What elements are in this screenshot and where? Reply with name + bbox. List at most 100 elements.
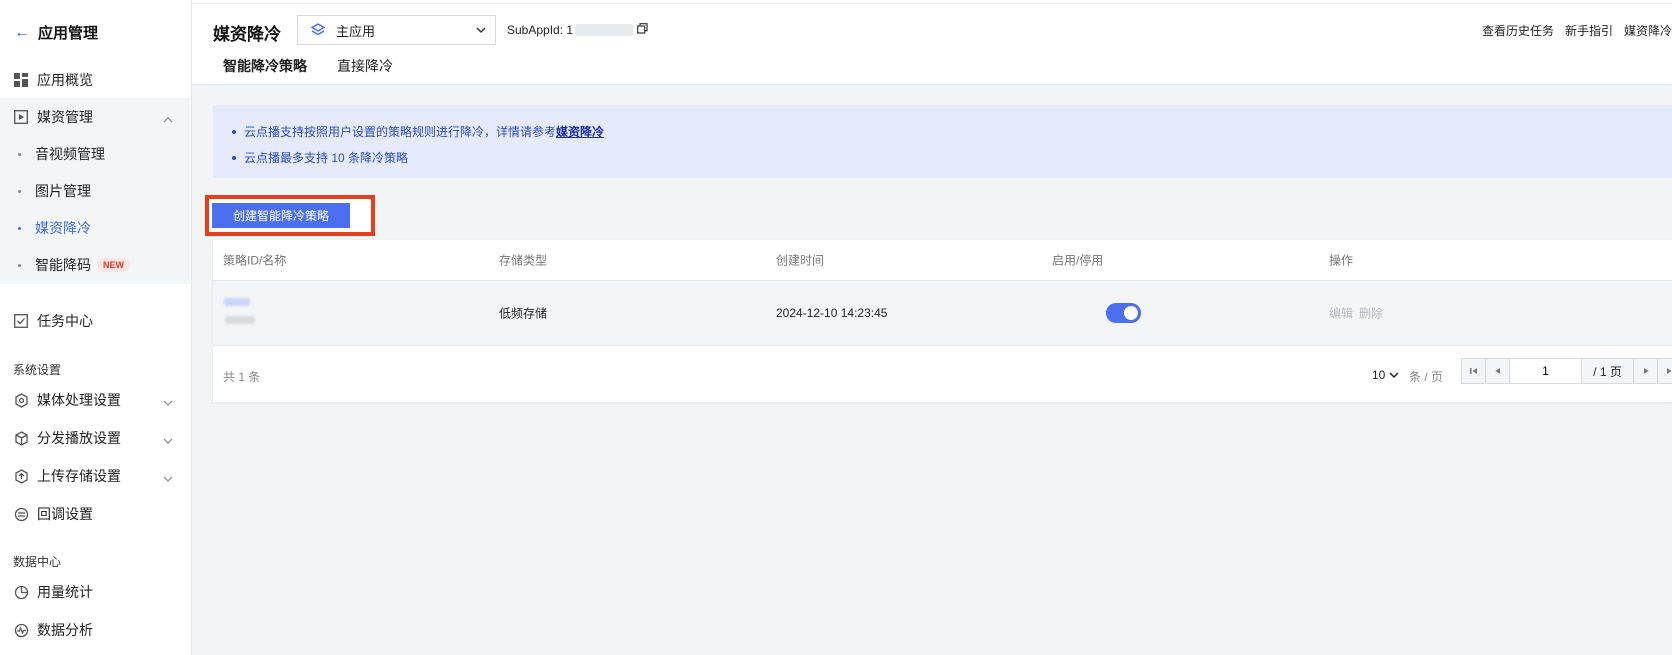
upload-hex-icon [13, 468, 29, 484]
chevron-up-icon [163, 110, 173, 126]
page-title: 媒资降冷 [213, 25, 281, 44]
sidebar: ← 应用管理 应用概览 媒资管理 音视频管理 图片管理 媒资降冷 智能降码 NE… [0, 0, 192, 655]
create-button-highlight: 创建智能降冷策略 [205, 195, 375, 236]
sidebar-item-label: 上传存储设置 [37, 468, 121, 484]
sidebar-item-label: 用量统计 [37, 584, 93, 600]
storage-type-cell: 低频存储 [499, 306, 548, 321]
sidebar-item-label: 应用概览 [37, 72, 93, 88]
sidebar-subitem-image-management[interactable]: 图片管理 [0, 172, 191, 210]
sidebar-item-label: 媒体处理设置 [37, 392, 121, 408]
chevron-down-icon [475, 24, 487, 39]
grid-icon [13, 72, 29, 88]
created-at-cell: 2024-12-10 14:23:45 [776, 306, 888, 320]
gear-cube-icon [13, 392, 29, 408]
sidebar-item-label: 分发播放设置 [37, 430, 121, 446]
prev-page-button[interactable] [1486, 359, 1510, 383]
page-size-unit: 条 / 页 [1409, 370, 1444, 384]
sidebar-item-label: 媒资降冷 [35, 220, 91, 236]
column-header: 创建时间 [776, 253, 825, 268]
checkbox-icon [13, 313, 29, 329]
tab-smart-cooling-policy[interactable]: 智能降冷策略 [213, 56, 317, 87]
copy-icon[interactable] [637, 23, 648, 37]
create-smart-cooling-policy-button[interactable]: 创建智能降冷策略 [212, 203, 350, 228]
cube-icon [13, 430, 29, 446]
sidebar-item-label: 媒资管理 [37, 109, 93, 125]
column-header: 操作 [1329, 253, 1354, 268]
sidebar-item-label: 图片管理 [35, 183, 91, 199]
play-square-icon [13, 109, 29, 125]
sidebar-subitem-media-cooling[interactable]: 媒资降冷 [0, 209, 191, 247]
sidebar-subitem-smart-bitrate[interactable]: 智能降码 NEW [0, 246, 191, 284]
page-size-select[interactable]: 10 [1372, 368, 1399, 382]
sidebar-item-callback[interactable]: 回调设置 [0, 495, 191, 533]
sidebar-item-distribution[interactable]: 分发播放设置 [0, 419, 191, 457]
subappid-masked-value [575, 24, 634, 36]
notice-text-1: 云点播支持按照用户设置的策略规则进行降冷，详情请参考 [244, 125, 557, 139]
notice-banner: 云点播支持按照用户设置的策略规则进行降冷，详情请参考 媒资降冷 云点播最多支持 1… [213, 105, 1672, 178]
sidebar-item-media-processing[interactable]: 媒体处理设置 [0, 381, 191, 419]
first-page-button[interactable] [1462, 359, 1486, 383]
table-header: 策略ID/名称 存储类型 创建时间 启用/停用 操作 [213, 240, 1672, 281]
tab-direct-cooling[interactable]: 直接降冷 [327, 56, 403, 85]
notice-text-2: 云点播最多支持 10 条降冷策略 [244, 151, 409, 165]
sidebar-item-app-overview[interactable]: 应用概览 [0, 61, 191, 99]
table-row: 低频存储 2024-12-10 14:23:45 编辑 删除 [213, 281, 1672, 346]
policy-id-redacted[interactable] [224, 298, 250, 306]
policy-table: 策略ID/名称 存储类型 创建时间 启用/停用 操作 低频存储 2024-12-… [213, 240, 1672, 402]
sidebar-item-label: 数据分析 [37, 622, 93, 638]
last-page-button[interactable] [1658, 359, 1672, 383]
toggle-knob [1124, 306, 1138, 320]
media-cooling-doc-link[interactable]: 媒资降冷 [1624, 22, 1672, 39]
bullet-dot [18, 152, 21, 156]
media-cooling-link[interactable]: 媒资降冷 [556, 119, 604, 145]
bullet-dot [18, 189, 21, 193]
policy-name-redacted [225, 316, 255, 324]
next-page-button[interactable] [1634, 359, 1658, 383]
main-content: 云点播支持按照用户设置的策略规则进行降冷，详情请参考 媒资降冷 云点播最多支持 1… [192, 85, 1672, 655]
last-page-icon [1666, 368, 1671, 374]
subappid-label: SubAppId: 1 [507, 23, 574, 37]
sidebar-item-label: 任务中心 [37, 313, 93, 329]
app-select[interactable]: 主应用 [297, 15, 496, 45]
column-header: 启用/停用 [1052, 253, 1104, 268]
back-arrow-icon: ← [14, 23, 30, 41]
total-count: 共 1 条 [223, 370, 261, 384]
sidebar-item-label: 智能降码 [35, 257, 91, 273]
top-border [192, 0, 1672, 4]
sidebar-item-upload-storage[interactable]: 上传存储设置 [0, 457, 191, 495]
tabs: 智能降冷策略 直接降冷 [213, 56, 413, 87]
history-tasks-link[interactable]: 查看历史任务 [1482, 22, 1554, 39]
delete-action[interactable]: 删除 [1359, 305, 1383, 322]
sidebar-item-usage-stats[interactable]: 用量统计 [0, 573, 191, 611]
page-number-input[interactable] [1510, 359, 1582, 383]
notice-line-1: 云点播支持按照用户设置的策略规则进行降冷，详情请参考 媒资降冷 [232, 119, 1672, 145]
sidebar-item-media-management[interactable]: 媒资管理 [0, 98, 191, 136]
pulse-icon [13, 622, 29, 638]
enable-toggle[interactable] [1106, 303, 1141, 323]
subappid: SubAppId: 1 [507, 23, 648, 37]
column-header: 存储类型 [499, 253, 548, 268]
edit-action[interactable]: 编辑 [1329, 305, 1353, 322]
bullet-dot [18, 263, 21, 267]
chevron-down-icon [163, 469, 173, 485]
first-page-icon [1469, 368, 1477, 374]
table-footer: 共 1 条 10 条 / 页 / 1 页 [213, 346, 1672, 402]
chevron-down-icon [163, 431, 173, 447]
sidebar-item-data-analysis[interactable]: 数据分析 [0, 611, 191, 649]
section-data-center: 数据中心 [13, 555, 62, 569]
caret-left-icon [1495, 368, 1500, 374]
beginner-guide-link[interactable]: 新手指引 [1565, 22, 1613, 39]
back-label: 应用管理 [38, 25, 99, 42]
notice-line-2: 云点播最多支持 10 条降冷策略 [232, 145, 1672, 171]
sidebar-item-task-center[interactable]: 任务中心 [0, 302, 191, 340]
pie-chart-icon [13, 584, 29, 600]
pager: / 1 页 [1461, 358, 1672, 384]
new-badge: NEW [97, 258, 130, 272]
total-pages: / 1 页 [1582, 359, 1634, 383]
app-select-value: 主应用 [336, 23, 376, 39]
header-links: 查看历史任务 新手指引 媒资降冷 [1482, 22, 1672, 39]
sidebar-item-label: 回调设置 [37, 506, 93, 522]
back-to-app-management[interactable]: ← 应用管理 [14, 22, 98, 43]
bullet-dot [18, 226, 21, 230]
sidebar-subitem-av-management[interactable]: 音视频管理 [0, 135, 191, 173]
